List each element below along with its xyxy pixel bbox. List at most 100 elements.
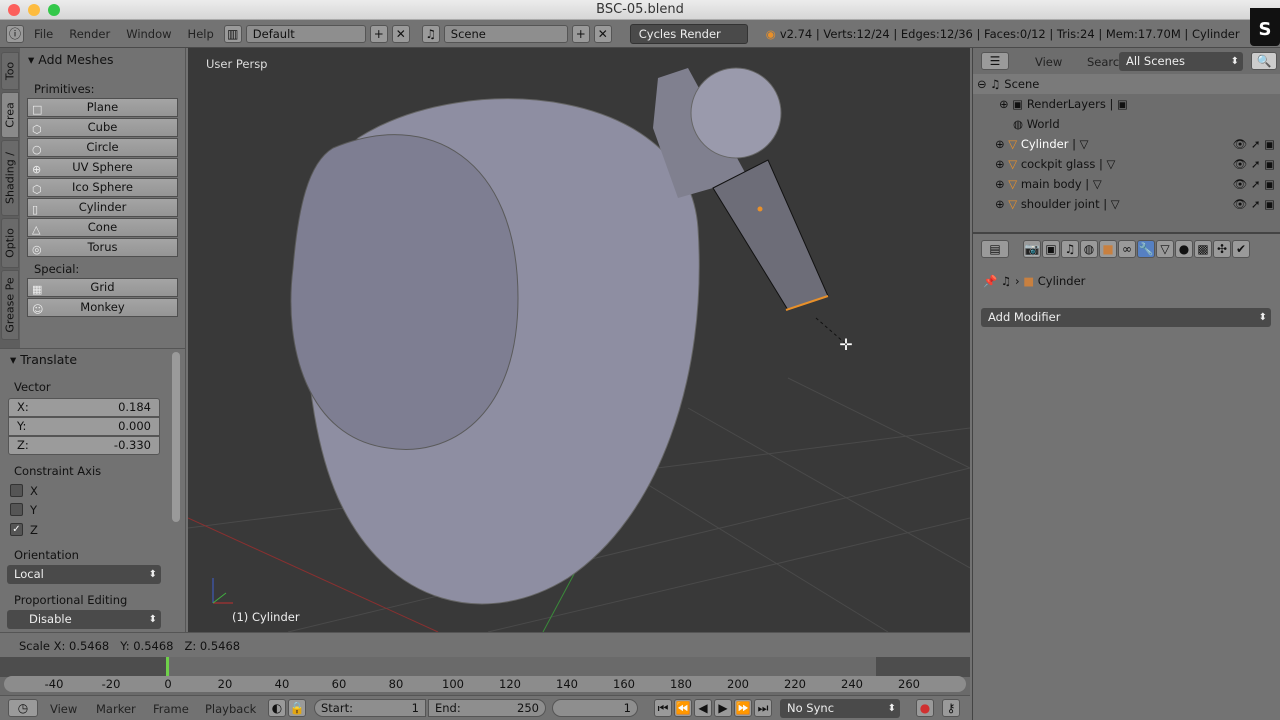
translate-header[interactable]: ▾ Translate [2,348,77,367]
outliner: ☰ View Search All Scenes 🔍 ⊖ ♫ Scene ⊕ ▣… [972,48,1280,232]
outliner-menu-view[interactable]: View [1029,55,1068,69]
end-frame-field[interactable]: End: 250 [428,699,546,717]
jump-end-icon[interactable]: ⏭ [754,699,772,717]
prev-keyframe-icon[interactable]: ⏪ [674,699,692,717]
tab-tools[interactable]: Too [1,52,19,90]
render-tab-icon[interactable]: 📷 [1023,240,1041,258]
world-tab-icon[interactable]: ◍ [1080,240,1098,258]
timeline-menu-playback[interactable]: Playback [199,702,262,716]
menu-file[interactable]: File [28,27,59,41]
add-torus-button[interactable]: ◎ Torus [27,238,178,257]
maximize-window-button[interactable] [48,4,60,16]
add-grid-button[interactable]: ▦ Grid [27,278,178,297]
constraints-tab-icon[interactable]: ∞ [1118,240,1136,258]
timeline-menu-marker[interactable]: Marker [90,702,142,716]
sync-select[interactable]: No Sync [780,699,900,718]
menu-window[interactable]: Window [120,27,177,41]
add-cylinder-button[interactable]: ▯ Cylinder [27,198,178,217]
add-layout-button[interactable]: + [369,24,388,43]
add-uv-sphere-button[interactable]: ⊕ UV Sphere [27,158,178,177]
menu-help[interactable]: Help [182,27,220,41]
scene-icon[interactable]: ♫ [421,24,440,43]
outliner-item-cockpit-glass[interactable]: ⊕ ▽ cockpit glass | ▽ 👁 ➚ ▣ [973,154,1280,174]
constraint-x-checkbox[interactable] [10,484,23,497]
tab-grease-pencil[interactable]: Grease Pe [1,270,19,340]
tab-create[interactable]: Crea [1,92,19,138]
properties-editor-icon[interactable]: ▤ [981,240,1009,258]
layout-field[interactable]: Default [245,24,366,43]
object-tab-icon[interactable]: ■ [1099,240,1117,258]
add-plane-button[interactable]: □ Plane [27,98,178,117]
particles-tab-icon[interactable]: ✣ [1213,240,1231,258]
outliner-item-world[interactable]: ◍ World [973,114,1280,134]
play-icon[interactable]: ▶ [714,699,732,717]
remove-layout-button[interactable]: ✕ [391,24,410,43]
keying-set-icon[interactable]: ⚷ [942,699,960,717]
outliner-item-scene[interactable]: ⊖ ♫ Scene [973,74,1280,94]
scene-tab-icon[interactable]: ♫ [1061,240,1079,258]
vector-y-field[interactable]: Y: 0.000 [8,417,160,436]
timeline-tick-label: 260 [898,677,920,691]
preview-range-icon[interactable]: ◐ [268,699,286,717]
texture-tab-icon[interactable]: ▩ [1194,240,1212,258]
screen-layout-icon[interactable]: ▥ [223,24,242,43]
scene-field[interactable]: Scene [443,24,568,43]
vector-x-field[interactable]: X: 0.184 [8,398,160,417]
orientation-select[interactable]: Local [7,565,161,584]
outliner-filter-select[interactable]: All Scenes [1119,52,1243,71]
info-editor-icon[interactable]: ⓘ [6,24,24,43]
constraint-y-checkbox[interactable] [10,503,23,516]
add-scene-button[interactable]: + [571,24,590,43]
editor-type-clock-icon[interactable]: ◷ [8,699,38,717]
timeline-menu-view[interactable]: View [44,702,83,716]
remove-scene-button[interactable]: ✕ [593,24,612,43]
outliner-item-shoulder-joint[interactable]: ⊕ ▽ shoulder joint | ▽ 👁 ➚ ▣ [973,194,1280,214]
tab-shading[interactable]: Shading / [1,140,19,216]
playhead[interactable] [166,657,169,677]
data-tab-icon[interactable]: ▽ [1156,240,1174,258]
lock-icon[interactable]: 🔒 [288,699,306,717]
renderlayers-tab-icon[interactable]: ▣ [1042,240,1060,258]
tool-tabs: Too Crea Shading / Optio Grease Pe [0,48,20,348]
menu-render[interactable]: Render [63,27,116,41]
record-icon[interactable]: ● [916,699,934,717]
panel-scrollbar[interactable] [172,352,180,522]
timeline-tick-label: 20 [217,677,233,691]
proportional-editing-select[interactable]: Disable [7,610,161,629]
current-frame-field[interactable]: 1 [552,699,638,717]
outliner-item-main-body[interactable]: ⊕ ▽ main body | ▽ 👁 ➚ ▣ [973,174,1280,194]
add-modifier-select[interactable]: Add Modifier [981,308,1271,327]
play-reverse-icon[interactable]: ◀ [694,699,712,717]
render-engine-select[interactable]: Cycles Render [629,23,748,44]
add-cube-button[interactable]: ⬡ Cube [27,118,178,137]
add-cone-button[interactable]: △ Cone [27,218,178,237]
constraint-z-checkbox[interactable]: ✓ [10,523,23,536]
vector-z-field[interactable]: Z: -0.330 [8,436,160,455]
timeline[interactable]: -40 -20 0 20 40 60 80 100 120 140 160 180 200 220 240 2… [0,657,970,695]
circle-icon: ○ [32,143,42,156]
add-circle-button[interactable]: ○ Circle [27,138,178,157]
physics-tab-icon[interactable]: ✔ [1232,240,1250,258]
add-monkey-button[interactable]: ☺ Monkey [27,298,178,317]
blender-logo-icon: ◉ [765,26,776,41]
material-tab-icon[interactable]: ● [1175,240,1193,258]
minimize-window-button[interactable] [28,4,40,16]
outliner-item-cylinder[interactable]: ⊕ ▽ Cylinder | ▽ 👁 ➚ ▣ [973,134,1280,154]
timeline-tick-label: 160 [613,677,635,691]
tab-options[interactable]: Optio [1,218,19,268]
3d-viewport[interactable]: ✛ User Persp (1) Cylinder [188,48,970,632]
modifiers-tab-icon[interactable]: 🔧 [1137,240,1155,258]
outliner-item-renderlayers[interactable]: ⊕ ▣ RenderLayers | ▣ [973,94,1280,114]
timeline-scrollbar[interactable] [4,676,966,692]
search-icon[interactable]: 🔍 [1251,52,1277,70]
properties-editor: ▤ 📷 ▣ ♫ ◍ ■ ∞ 🔧 ▽ ● ▩ ✣ ✔ 📌 ♫ › ■ Cylind… [972,232,1280,720]
start-frame-field[interactable]: Start:End:1 [314,699,426,717]
close-window-button[interactable] [8,4,20,16]
outliner-editor-icon[interactable]: ☰ [981,52,1009,70]
object-icon: ■ [1023,274,1035,288]
jump-start-icon[interactable]: ⏮ [654,699,672,717]
timeline-menu-frame[interactable]: Frame [147,702,195,716]
next-keyframe-icon[interactable]: ⏩ [734,699,752,717]
add-ico-sphere-button[interactable]: ⬡ Ico Sphere [27,178,178,197]
add-meshes-header[interactable]: ▾ Add Meshes [20,48,185,67]
